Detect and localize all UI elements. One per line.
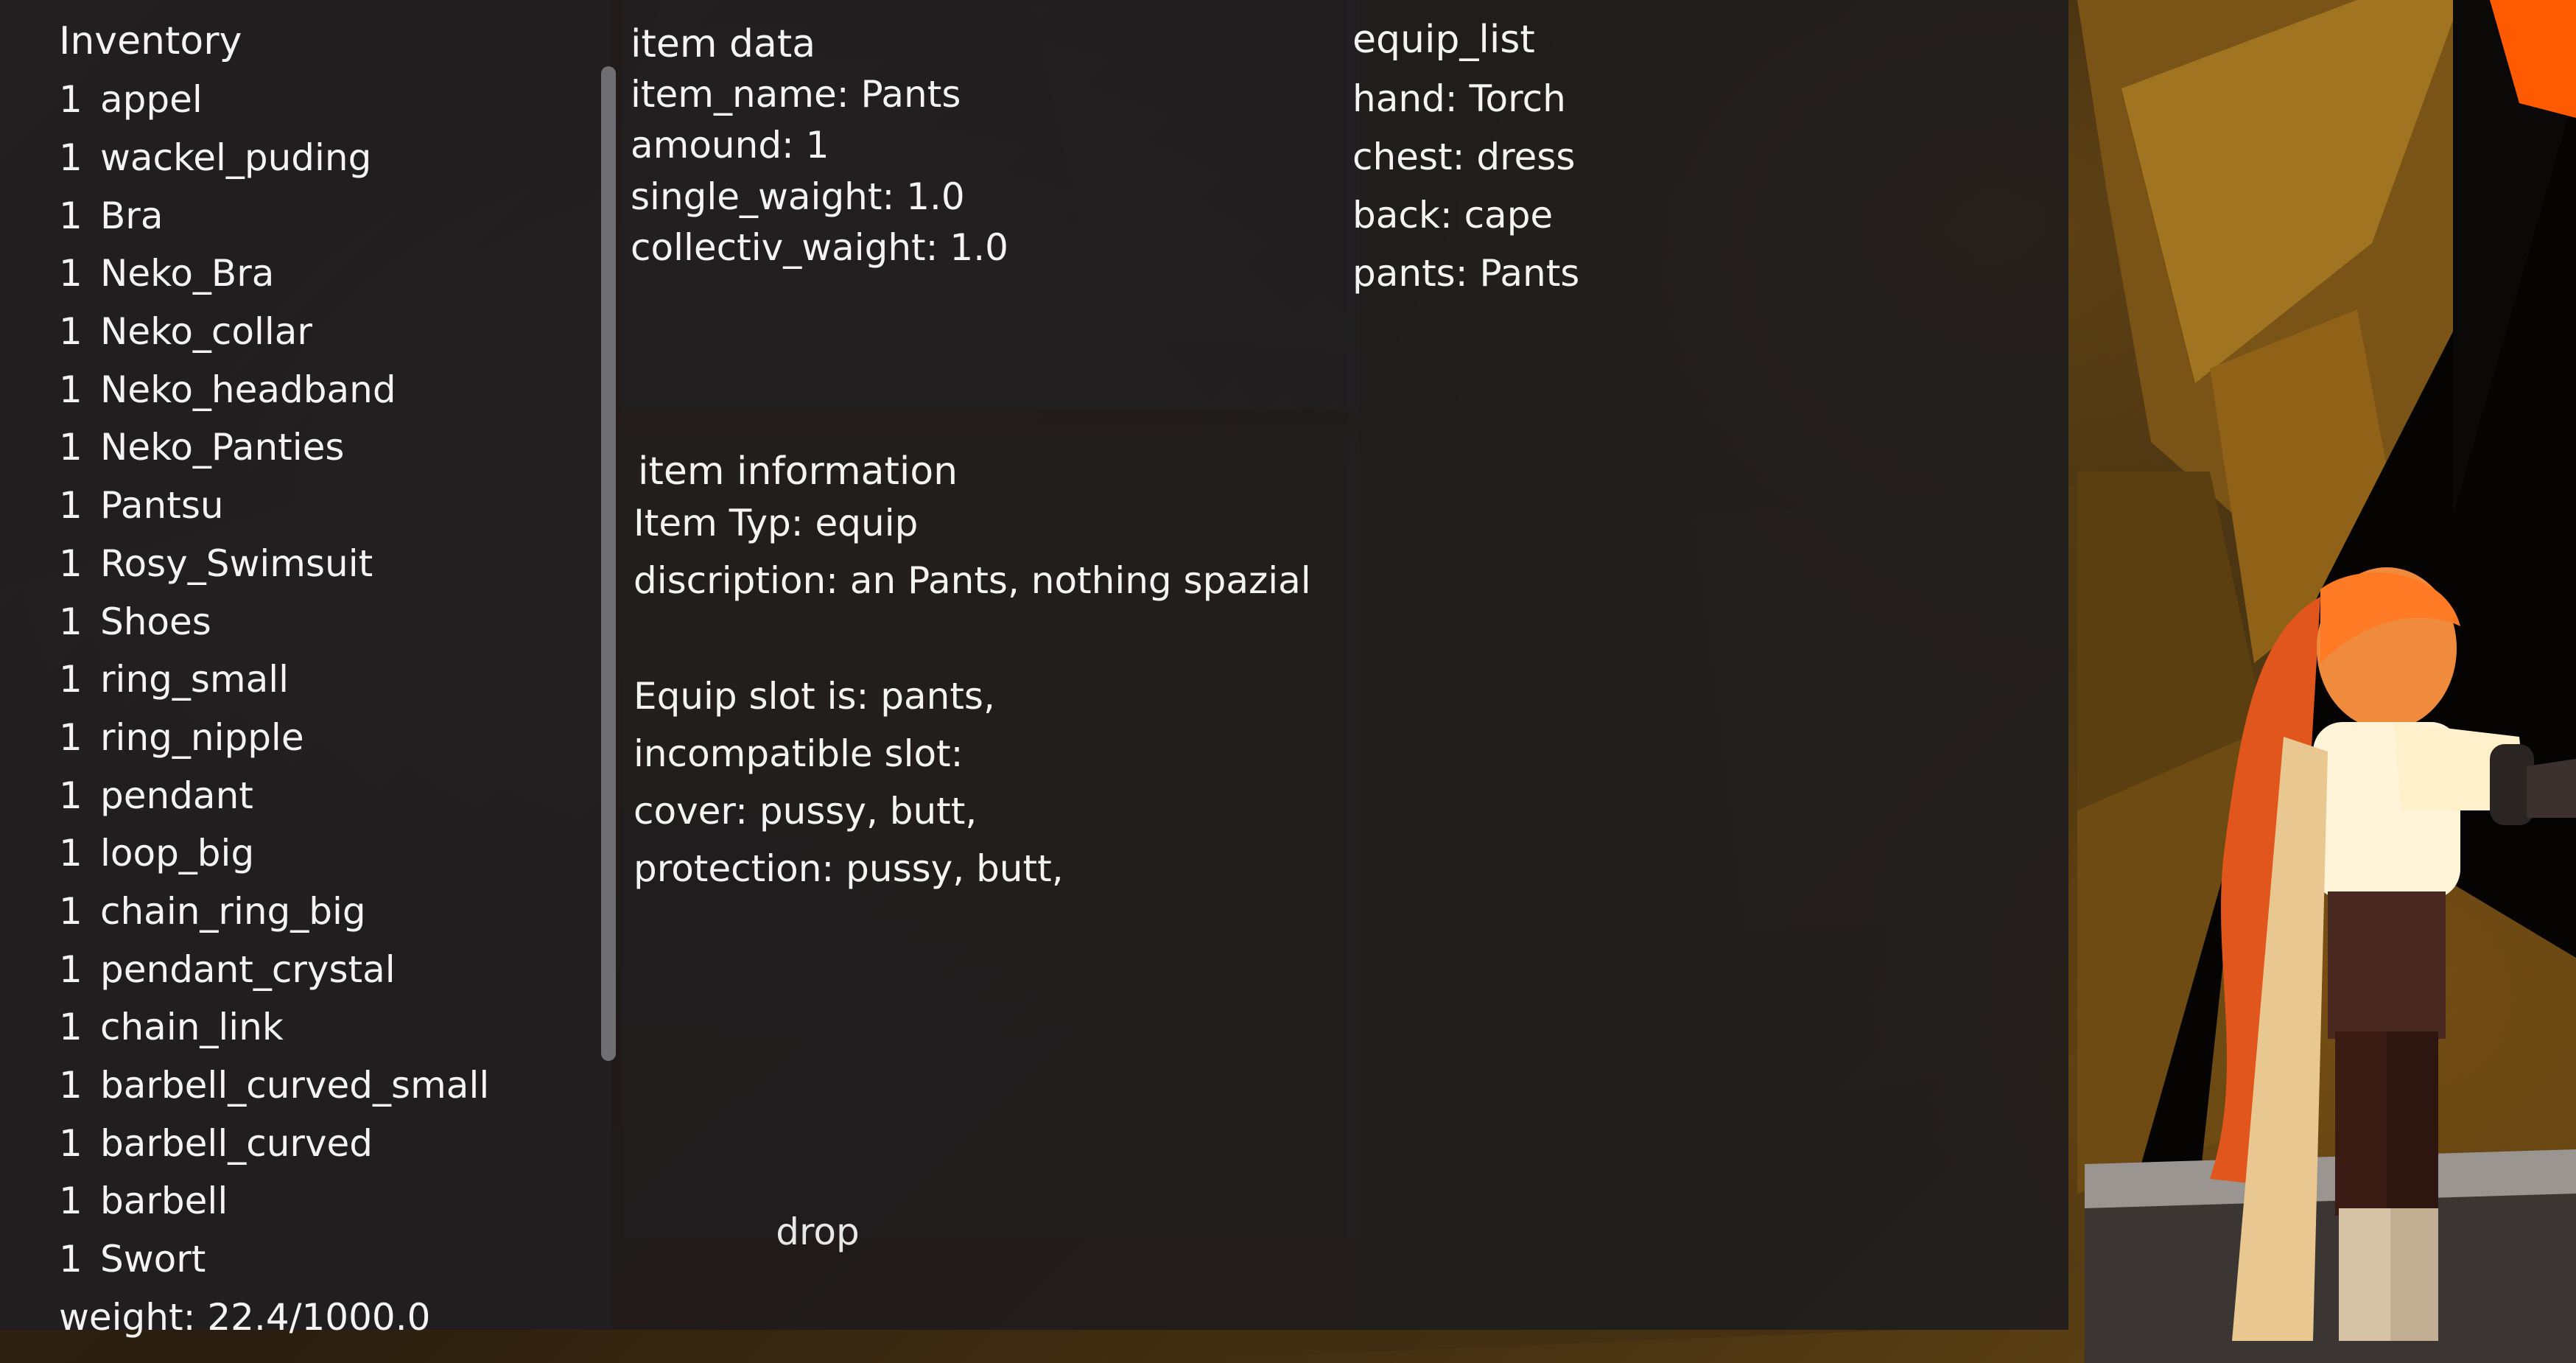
item-name: Neko_Panties <box>100 426 345 469</box>
inventory-item-neko-collar[interactable]: 1 Neko_collar <box>59 303 589 361</box>
item-name: Bra <box>100 194 164 237</box>
item-name: Neko_Bra <box>100 252 275 295</box>
inventory-item-ring-small[interactable]: 1 ring_small <box>59 651 589 709</box>
item-name: barbell_curved_small <box>100 1064 490 1107</box>
item-quantity: 1 <box>59 194 83 237</box>
item-quantity: 1 <box>59 1180 83 1223</box>
item-collective-weight-value: collectiv_waight: 1.0 <box>631 226 1008 269</box>
inventory-item-rosy-swimsuit[interactable]: 1 Rosy_Swimsuit <box>59 535 589 593</box>
item-amount-value: amound: 1 <box>631 124 829 167</box>
item-name: Pantsu <box>100 484 224 528</box>
item-name: appel <box>100 78 203 122</box>
inventory-scrollbar[interactable] <box>601 66 616 1061</box>
item-quantity: 1 <box>59 600 83 643</box>
inventory-item-neko-bra[interactable]: 1 Neko_Bra <box>59 245 589 303</box>
item-data-title: item data <box>631 22 816 66</box>
inventory-item-pendant[interactable]: 1 pendant <box>59 766 589 824</box>
inventory-item-pendant-crystal[interactable]: 1 pendant_crystal <box>59 940 589 998</box>
protection-value: protection: pussy, butt, <box>634 847 1064 890</box>
inventory-item-wackel-puding[interactable]: 1 wackel_puding <box>59 129 589 187</box>
item-quantity: 1 <box>59 1006 83 1049</box>
item-name: ring_small <box>100 658 289 701</box>
inventory-item-neko-panties[interactable]: 1 Neko_Panties <box>59 418 589 477</box>
item-name: Neko_collar <box>100 310 312 354</box>
item-name: barbell <box>100 1180 228 1223</box>
item-information-title: item information <box>638 449 958 494</box>
item-quantity: 1 <box>59 484 83 528</box>
item-quantity: 1 <box>59 832 83 875</box>
equip-hand-slot[interactable]: hand: Torch <box>1352 77 1566 121</box>
item-quantity: 1 <box>59 542 83 585</box>
item-name: Neko_headband <box>100 368 396 411</box>
scrollbar-thumb[interactable] <box>601 66 616 1061</box>
inventory-item-shoes[interactable]: 1 Shoes <box>59 592 589 651</box>
item-quantity: 1 <box>59 136 83 180</box>
equip-list-title: equip_list <box>1352 18 1535 62</box>
item-single-weight-value: single_waight: 1.0 <box>631 175 965 218</box>
inventory-title: Inventory <box>59 19 242 63</box>
item-quantity: 1 <box>59 310 83 354</box>
item-name: pendant <box>100 774 253 817</box>
item-name: Rosy_Swimsuit <box>100 542 373 585</box>
inventory-item-neko-headband[interactable]: 1 Neko_headband <box>59 360 589 418</box>
inventory-item-chain-ring-big[interactable]: 1 chain_ring_big <box>59 883 589 941</box>
cover-value: cover: pussy, butt, <box>634 790 978 833</box>
item-quantity: 1 <box>59 658 83 701</box>
item-name: ring_nipple <box>100 715 304 759</box>
item-type-value: Item Typ: equip <box>634 502 919 544</box>
item-name: chain_ring_big <box>100 889 366 933</box>
item-name: chain_link <box>100 1006 284 1049</box>
inventory-list[interactable]: 1 appel 1 wackel_puding 1 Bra 1 Neko_Bra 1 Ne… <box>59 71 589 1280</box>
inventory-item-loop-big[interactable]: 1 loop_big <box>59 824 589 883</box>
item-quantity: 1 <box>59 78 83 122</box>
item-name: Swort <box>100 1238 206 1281</box>
drop-button[interactable]: drop <box>744 1204 891 1260</box>
item-name-value: item_name: Pants <box>631 73 961 116</box>
item-name: barbell_curved <box>100 1121 373 1165</box>
equip-chest-slot[interactable]: chest: dress <box>1352 135 1575 179</box>
inventory-panel: Inventory 1 appel 1 wackel_puding 1 Bra 1 Ne… <box>0 0 2068 1339</box>
inventory-item-swort[interactable]: 1 Swort <box>59 1230 589 1289</box>
item-quantity: 1 <box>59 252 83 295</box>
item-quantity: 1 <box>59 947 83 991</box>
inventory-item-ring-nipple[interactable]: 1 ring_nipple <box>59 709 589 767</box>
item-quantity: 1 <box>59 368 83 411</box>
item-name: wackel_puding <box>100 136 372 180</box>
equip-pants-slot[interactable]: pants: Pants <box>1352 251 1579 295</box>
equip-back-slot[interactable]: back: cape <box>1352 193 1553 237</box>
item-quantity: 1 <box>59 426 83 469</box>
item-quantity: 1 <box>59 1238 83 1281</box>
item-description-value: discription: an Pants, nothing spazial <box>634 559 1311 602</box>
inventory-item-barbell-curved[interactable]: 1 barbell_curved <box>59 1114 589 1172</box>
equip-slot-value: Equip slot is: pants, <box>634 675 995 718</box>
item-quantity: 1 <box>59 715 83 759</box>
item-name: Shoes <box>100 600 211 643</box>
inventory-item-appel[interactable]: 1 appel <box>59 71 589 129</box>
inventory-item-pantsu[interactable]: 1 Pantsu <box>59 477 589 535</box>
inventory-item-bra[interactable]: 1 Bra <box>59 186 589 245</box>
item-quantity: 1 <box>59 774 83 817</box>
item-name: loop_big <box>100 832 255 875</box>
weight-label: weight: 22.4/1000.0 <box>59 1296 431 1339</box>
item-quantity: 1 <box>59 889 83 933</box>
item-quantity: 1 <box>59 1064 83 1107</box>
inventory-item-barbell-curved-small[interactable]: 1 barbell_curved_small <box>59 1057 589 1115</box>
item-name: pendant_crystal <box>100 947 396 991</box>
incompatible-slot-label: incompatible slot: <box>634 732 964 775</box>
inventory-item-chain-link[interactable]: 1 chain_link <box>59 998 589 1057</box>
inventory-item-barbell[interactable]: 1 barbell <box>59 1172 589 1230</box>
item-quantity: 1 <box>59 1121 83 1165</box>
